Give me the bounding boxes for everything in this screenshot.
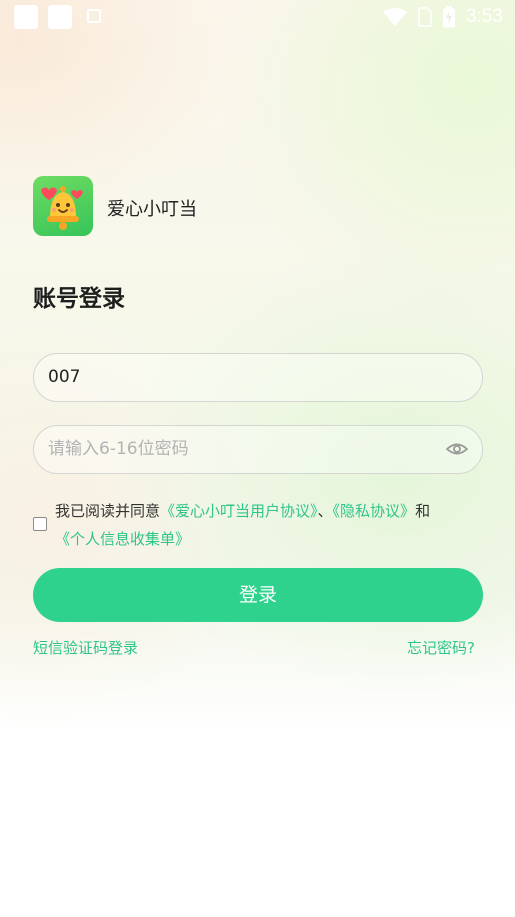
status-time: 3:53	[466, 6, 503, 27]
account-input[interactable]	[48, 354, 428, 400]
page-title: 账号登录	[33, 286, 125, 312]
password-field[interactable]	[33, 425, 483, 474]
battery-icon	[443, 6, 456, 28]
image-icon	[87, 9, 101, 23]
agreement-checkbox[interactable]	[33, 517, 47, 531]
status-bar: 3:53	[0, 0, 515, 34]
sms-login-link[interactable]: 短信验证码登录	[33, 637, 138, 658]
account-field[interactable]	[33, 353, 483, 402]
agreement-separator: 、	[317, 502, 333, 520]
agreement-conjunction: 和	[415, 502, 431, 520]
login-button[interactable]: 登录	[33, 568, 483, 622]
user-agreement-link[interactable]: 《爱心小叮当用户协议》	[160, 502, 318, 520]
notification-square-icon	[48, 5, 72, 29]
wifi-icon	[383, 8, 408, 26]
forgot-password-link[interactable]: 忘记密码?	[407, 637, 475, 658]
agreement-text: 我已阅读并同意《爱心小叮当用户协议》、《隐私协议》和《个人信息收集单》	[55, 497, 475, 553]
eye-icon[interactable]	[446, 440, 468, 458]
bell-mascot-icon	[41, 186, 83, 230]
app-logo	[33, 176, 93, 236]
app-name: 爱心小叮当	[107, 199, 197, 220]
password-input[interactable]	[48, 426, 428, 472]
agreement-prefix: 我已阅读并同意	[55, 502, 161, 520]
notification-square-icon	[14, 5, 38, 29]
info-collection-link[interactable]: 《个人信息收集单》	[55, 530, 190, 548]
privacy-policy-link[interactable]: 《隐私协议》	[333, 502, 416, 520]
sim-icon	[418, 7, 432, 27]
